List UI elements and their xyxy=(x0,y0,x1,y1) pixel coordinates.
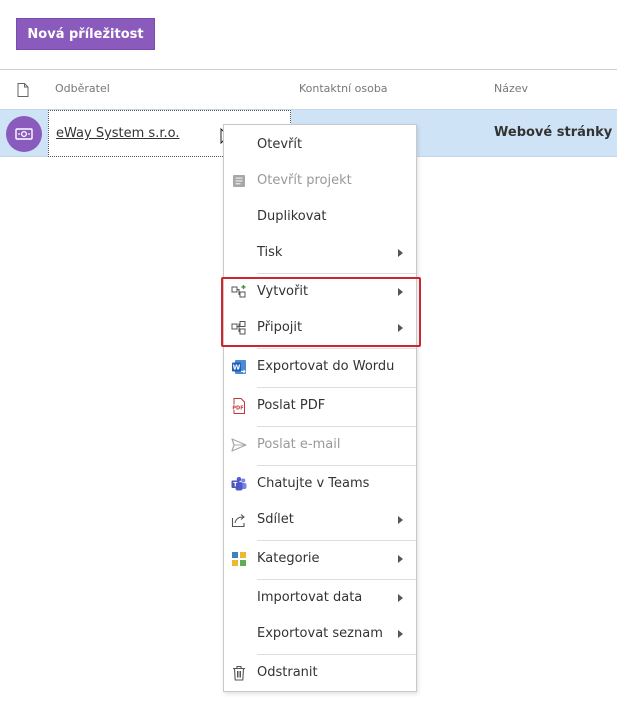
submenu-arrow-icon xyxy=(398,555,403,563)
menu-item-send-email[interactable]: Poslat e-mail xyxy=(224,427,416,463)
svg-text:PDF: PDF xyxy=(232,405,243,411)
menu-item-export-list[interactable]: Exportovat seznam xyxy=(224,616,416,652)
project-icon xyxy=(233,175,245,187)
trash-icon xyxy=(233,665,245,681)
menu-item-share[interactable]: Sdílet xyxy=(224,502,416,538)
pdf-icon: PDF xyxy=(232,398,245,414)
menu-item-duplicate[interactable]: Duplikovat xyxy=(224,199,416,235)
column-header-name[interactable]: Název xyxy=(494,82,528,95)
send-icon xyxy=(231,438,247,452)
svg-text:W: W xyxy=(233,364,241,372)
menu-item-open[interactable]: Otevřít xyxy=(224,127,416,163)
menu-item-category[interactable]: Kategorie xyxy=(224,541,416,577)
submenu-arrow-icon xyxy=(398,249,403,257)
customer-link[interactable]: eWay System s.r.o. xyxy=(56,126,179,141)
submenu-arrow-icon xyxy=(398,516,403,524)
context-menu: Otevřít Otevřít projekt Duplikovat Tisk … xyxy=(223,124,417,692)
word-icon: W xyxy=(232,360,246,374)
menu-item-send-pdf[interactable]: PDF Poslat PDF xyxy=(224,388,416,424)
column-header-customer[interactable]: Odběratel xyxy=(55,82,110,95)
new-opportunity-button[interactable]: Nová příležitost xyxy=(16,18,155,50)
menu-item-open-project[interactable]: Otevřít projekt xyxy=(224,163,416,199)
column-header-contact[interactable]: Kontaktní osoba xyxy=(299,82,388,95)
menu-item-delete[interactable]: Odstranit xyxy=(224,655,416,691)
teams-icon: T xyxy=(231,477,247,491)
menu-item-print[interactable]: Tisk xyxy=(224,235,416,271)
menu-item-chat-teams[interactable]: T Chatujte v Teams xyxy=(224,466,416,502)
menu-item-import-data[interactable]: Importovat data xyxy=(224,580,416,616)
document-icon xyxy=(17,83,29,97)
grid-header: Odběratel Kontaktní osoba Název xyxy=(0,70,617,108)
submenu-arrow-icon xyxy=(398,594,403,602)
category-icon xyxy=(232,552,246,566)
opportunity-name: Webové stránky xyxy=(494,125,613,140)
highlight-box xyxy=(221,277,421,347)
opportunity-avatar-icon xyxy=(6,116,42,152)
submenu-arrow-icon xyxy=(398,630,403,638)
menu-item-export-word[interactable]: W Exportovat do Wordu xyxy=(224,349,416,385)
share-icon xyxy=(231,514,245,528)
